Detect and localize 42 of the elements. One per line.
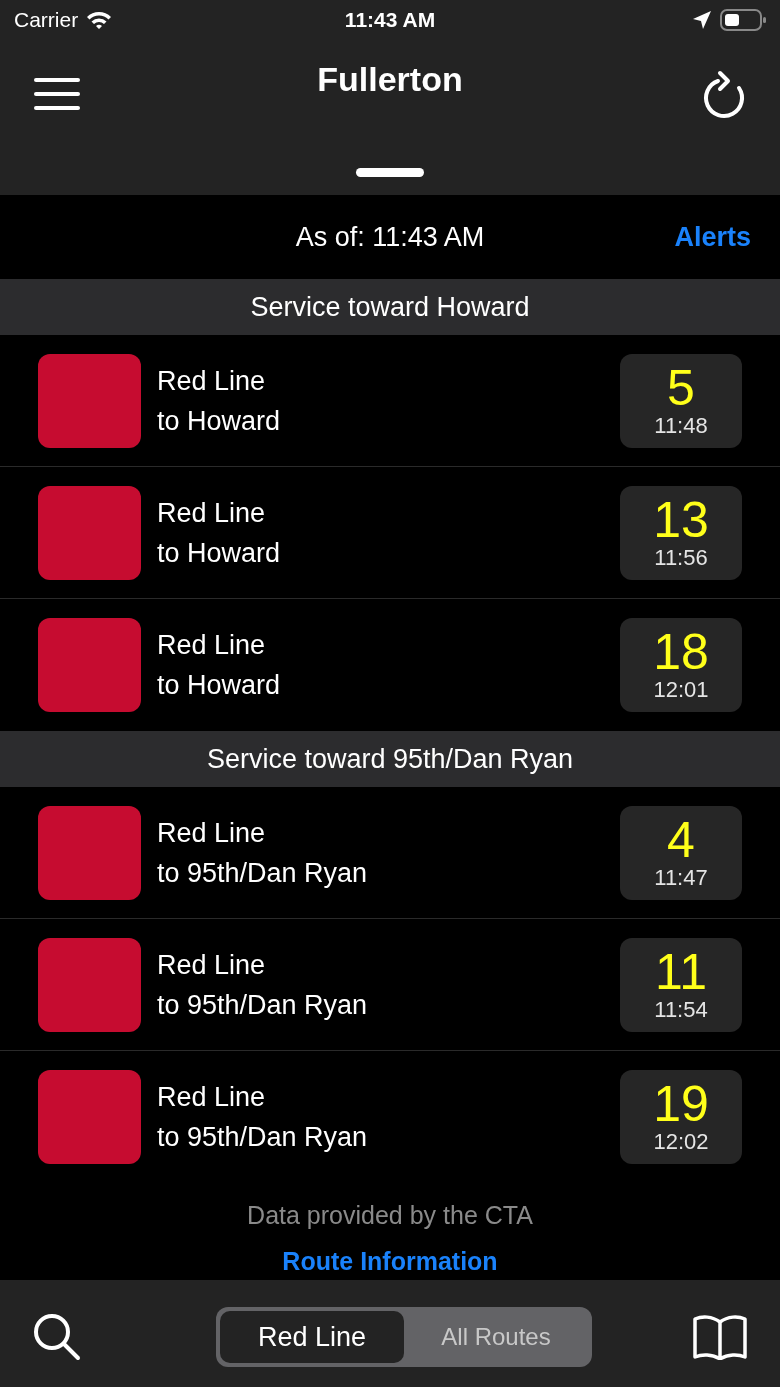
line-name: Red Line	[157, 629, 267, 662]
line-name: Red Line	[157, 816, 267, 850]
destination: to 95th/Dan Ryan	[157, 856, 369, 890]
location-arrow-icon	[692, 10, 712, 30]
section-header: Service toward 95th/Dan Ryan	[0, 731, 780, 787]
line-name: Red Line	[157, 948, 267, 982]
station-title: Fullerton	[316, 59, 464, 100]
destination: to 95th/Dan Ryan	[157, 1121, 369, 1154]
minutes-until-arrival: 5	[667, 362, 695, 413]
battery-icon	[720, 9, 766, 31]
updated-time: As of: 11:43 AM	[294, 220, 486, 254]
minutes-until-arrival: 18	[653, 627, 709, 677]
arrival-time: 11:56	[654, 544, 708, 571]
destination: to Howard	[157, 404, 282, 438]
destination: to 95th/Dan Ryan	[157, 988, 369, 1022]
minutes-until-arrival: 4	[667, 814, 695, 865]
credit-text: Data provided by the CTA	[247, 1200, 533, 1231]
carrier-label: Carrier	[14, 7, 79, 34]
route-information-link[interactable]: Route Information	[282, 1242, 498, 1280]
arrival-time: 11:48	[654, 412, 708, 439]
line-name: Red Line	[157, 1081, 267, 1114]
clock: 11:43 AM	[344, 7, 436, 34]
wifi-icon	[86, 10, 113, 30]
section-header: Service toward Howard	[0, 279, 780, 335]
menu-button[interactable]	[34, 76, 80, 112]
arrival-time: 11:54	[654, 996, 708, 1023]
arrival-time: 12:02	[653, 1129, 709, 1155]
line-name: Red Line	[157, 364, 267, 398]
destination: to Howard	[157, 536, 282, 570]
segment-tab[interactable]: Red Line	[220, 1311, 404, 1363]
segment-tab[interactable]: All Routes	[404, 1311, 588, 1363]
search-icon[interactable]	[32, 1312, 82, 1362]
minutes-until-arrival: 19	[653, 1079, 709, 1129]
destination: to Howard	[157, 669, 282, 702]
minutes-until-arrival: 11	[655, 946, 707, 997]
line-name: Red Line	[157, 496, 267, 530]
drag-handle[interactable]	[356, 168, 424, 177]
minutes-until-arrival: 13	[653, 494, 709, 545]
book-icon[interactable]	[692, 1314, 748, 1360]
arrival-time: 12:01	[653, 677, 709, 703]
arrival-time: 11:47	[654, 864, 708, 891]
alerts-link[interactable]: Alerts	[674, 216, 751, 258]
